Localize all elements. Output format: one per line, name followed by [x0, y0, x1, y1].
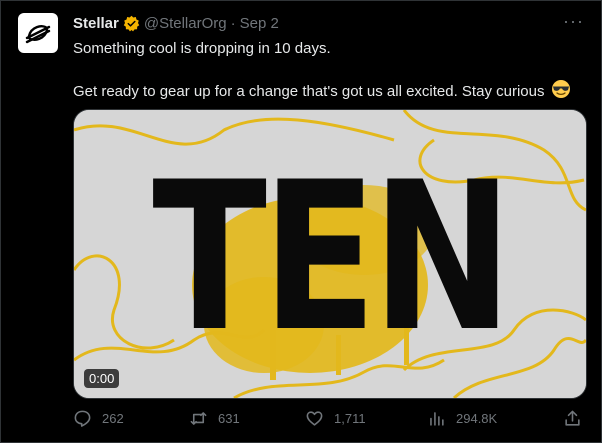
- video-frame: TEN: [74, 110, 586, 398]
- separator-dot: ·: [230, 15, 236, 32]
- share-icon: [565, 410, 580, 426]
- tweet-actions-bar: 262 631 1,711 294.8K: [73, 409, 585, 433]
- author-handle[interactable]: @StellarOrg: [144, 15, 227, 32]
- tweet-line-2: Get ready to gear up for a change that's…: [73, 79, 583, 102]
- tweet-line-2-text: Get ready to gear up for a change that's…: [73, 83, 545, 100]
- tweet-text: Something cool is dropping in 10 days. G…: [73, 39, 583, 102]
- more-options-button[interactable]: ···: [563, 11, 584, 32]
- author-name[interactable]: Stellar: [73, 15, 119, 32]
- video-timestamp: 0:00: [84, 369, 120, 388]
- repost-icon: [190, 412, 207, 425]
- tweet-card: Stellar @StellarOrg · Sep 2 ··· Somethin…: [0, 0, 602, 443]
- reply-button[interactable]: 262: [73, 409, 124, 428]
- views-button[interactable]: 294.8K: [427, 409, 497, 428]
- stellar-logo-icon: [25, 25, 51, 44]
- views-count: 294.8K: [456, 411, 498, 426]
- like-button[interactable]: 1,711: [305, 409, 366, 428]
- avatar[interactable]: [18, 13, 58, 53]
- views-chart-icon: [430, 412, 444, 426]
- sunglasses-emoji-icon: [551, 80, 570, 98]
- verified-badge-icon: [123, 15, 140, 32]
- video-player[interactable]: TEN 0:00: [73, 109, 587, 399]
- repost-button[interactable]: 631: [189, 409, 240, 428]
- tweet-line-1: Something cool is dropping in 10 days.: [73, 40, 331, 57]
- like-count: 1,711: [334, 411, 366, 426]
- share-button[interactable]: [563, 409, 582, 428]
- reply-icon: [74, 410, 91, 427]
- tweet-date[interactable]: Sep 2: [240, 15, 279, 32]
- repost-count: 631: [218, 411, 240, 426]
- tweet-header: Stellar @StellarOrg · Sep 2: [73, 15, 279, 32]
- video-headline: TEN: [152, 139, 507, 377]
- heart-icon: [306, 411, 323, 426]
- reply-count: 262: [102, 411, 124, 426]
